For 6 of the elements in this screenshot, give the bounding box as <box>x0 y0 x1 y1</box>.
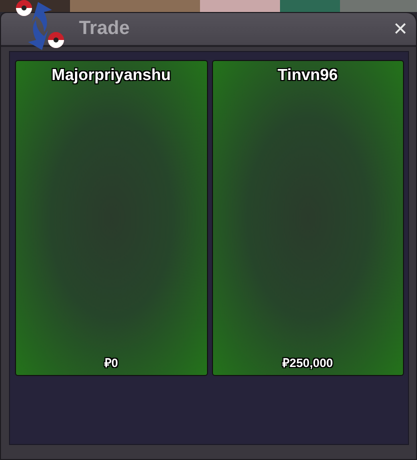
window-title: Trade <box>79 18 130 40</box>
trainer-name: Majorpriyanshu <box>52 67 171 85</box>
money-amount: ₽0 <box>104 355 118 371</box>
money-amount: ₽250,000 <box>282 355 333 371</box>
close-button[interactable]: ✕ <box>390 18 410 40</box>
trainer-name: Tinvn96 <box>278 67 338 85</box>
